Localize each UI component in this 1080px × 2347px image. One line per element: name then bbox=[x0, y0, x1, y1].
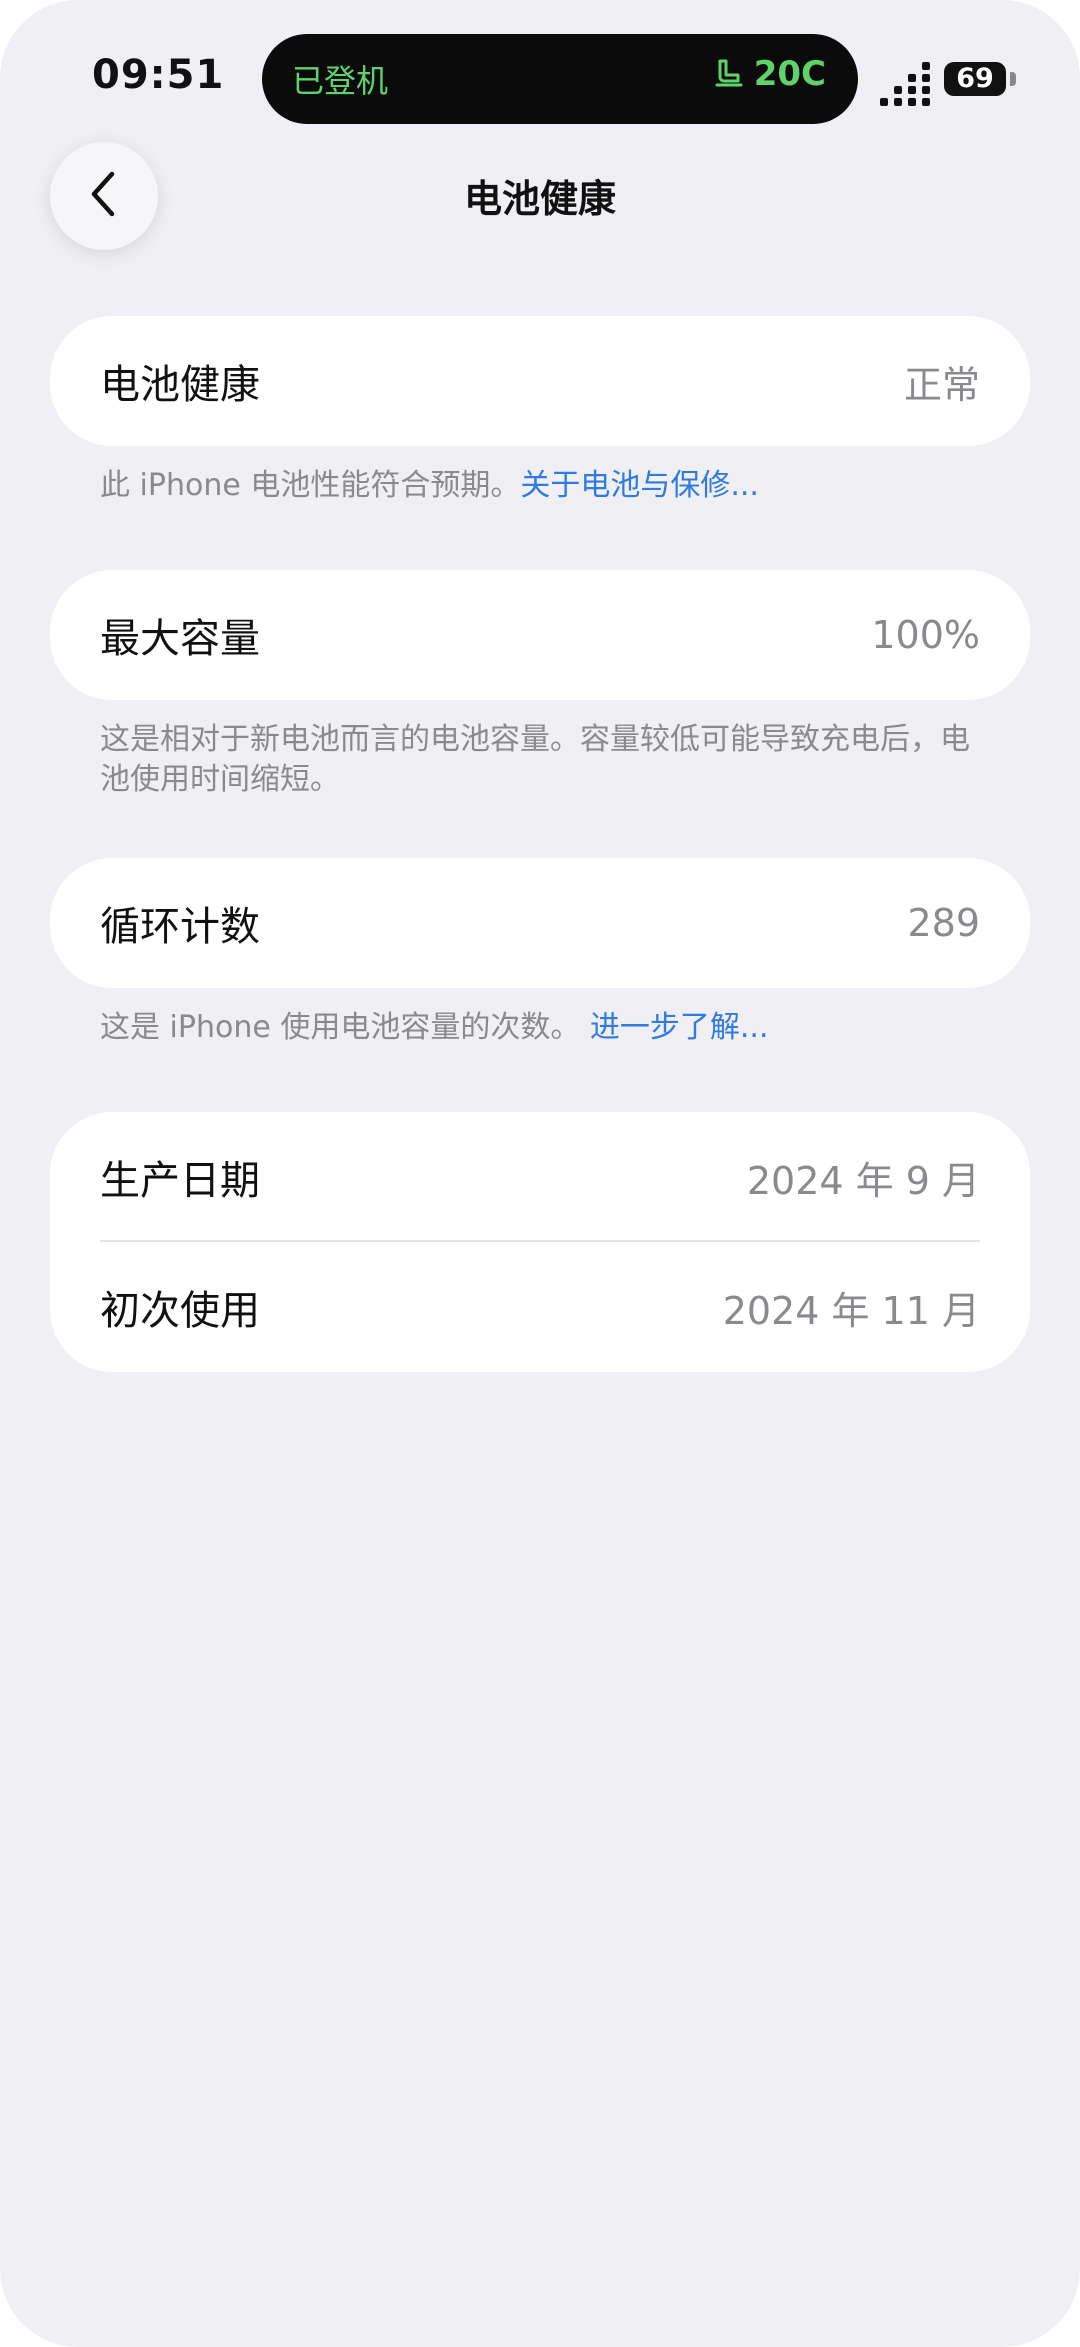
learn-more-link[interactable]: 进一步了解... bbox=[590, 1010, 769, 1045]
max-capacity-row: 最大容量 100% bbox=[100, 570, 980, 700]
first-use-row: 初次使用 2024 年 11 月 bbox=[100, 1242, 980, 1372]
cycle-count-row: 循环计数 289 bbox=[100, 858, 980, 988]
dynamic-island[interactable]: 已登机 20C bbox=[262, 34, 858, 124]
battery-health-value: 正常 bbox=[903, 362, 980, 407]
battery-icon: 69 bbox=[944, 62, 1006, 96]
dates-card: 生产日期 2024 年 9 月 初次使用 2024 年 11 月 bbox=[50, 1112, 1030, 1372]
max-capacity-label: 最大容量 bbox=[100, 616, 260, 662]
cycle-count-value: 289 bbox=[907, 901, 980, 945]
screen: 09:51 已登机 20C 69 电池健康 电池健康 正常 此 iPhone 电… bbox=[0, 0, 1080, 2347]
manufacture-date-label: 生产日期 bbox=[100, 1158, 260, 1204]
battery-health-label: 电池健康 bbox=[100, 362, 260, 408]
battery-health-footnote-text: 此 iPhone 电池性能符合预期。 bbox=[100, 468, 521, 503]
signal-icon bbox=[880, 62, 930, 106]
cycle-count-label: 循环计数 bbox=[100, 904, 260, 950]
battery-health-footnote: 此 iPhone 电池性能符合预期。关于电池与保修... bbox=[100, 466, 1000, 506]
battery-warranty-link[interactable]: 关于电池与保修... bbox=[520, 468, 759, 503]
max-capacity-value: 100% bbox=[871, 613, 980, 657]
max-capacity-card: 最大容量 100% bbox=[50, 570, 1030, 700]
cycle-count-footnote: 这是 iPhone 使用电池容量的次数。 进一步了解... bbox=[100, 1008, 1000, 1048]
battery-health-card: 电池健康 正常 bbox=[50, 316, 1030, 446]
max-capacity-footnote: 这是相对于新电池而言的电池容量。容量较低可能导致充电后，电池使用时间缩短。 bbox=[100, 722, 970, 797]
manufacture-date-value: 2024 年 9 月 bbox=[746, 1158, 980, 1203]
seat-icon bbox=[712, 57, 746, 91]
first-use-label: 初次使用 bbox=[100, 1288, 260, 1334]
battery-health-row: 电池健康 正常 bbox=[100, 316, 980, 446]
manufacture-date-row: 生产日期 2024 年 9 月 bbox=[100, 1112, 980, 1242]
seat-number: 20C bbox=[753, 54, 826, 94]
first-use-value: 2024 年 11 月 bbox=[722, 1288, 980, 1333]
cycle-count-card: 循环计数 289 bbox=[50, 858, 1030, 988]
island-status-text: 已登机 bbox=[292, 62, 389, 100]
cycle-count-footnote-text: 这是 iPhone 使用电池容量的次数。 bbox=[100, 1010, 581, 1045]
battery-nub bbox=[1010, 72, 1016, 86]
status-time: 09:51 bbox=[92, 52, 225, 98]
island-seat: 20C bbox=[712, 54, 826, 94]
page-title: 电池健康 bbox=[463, 177, 616, 221]
